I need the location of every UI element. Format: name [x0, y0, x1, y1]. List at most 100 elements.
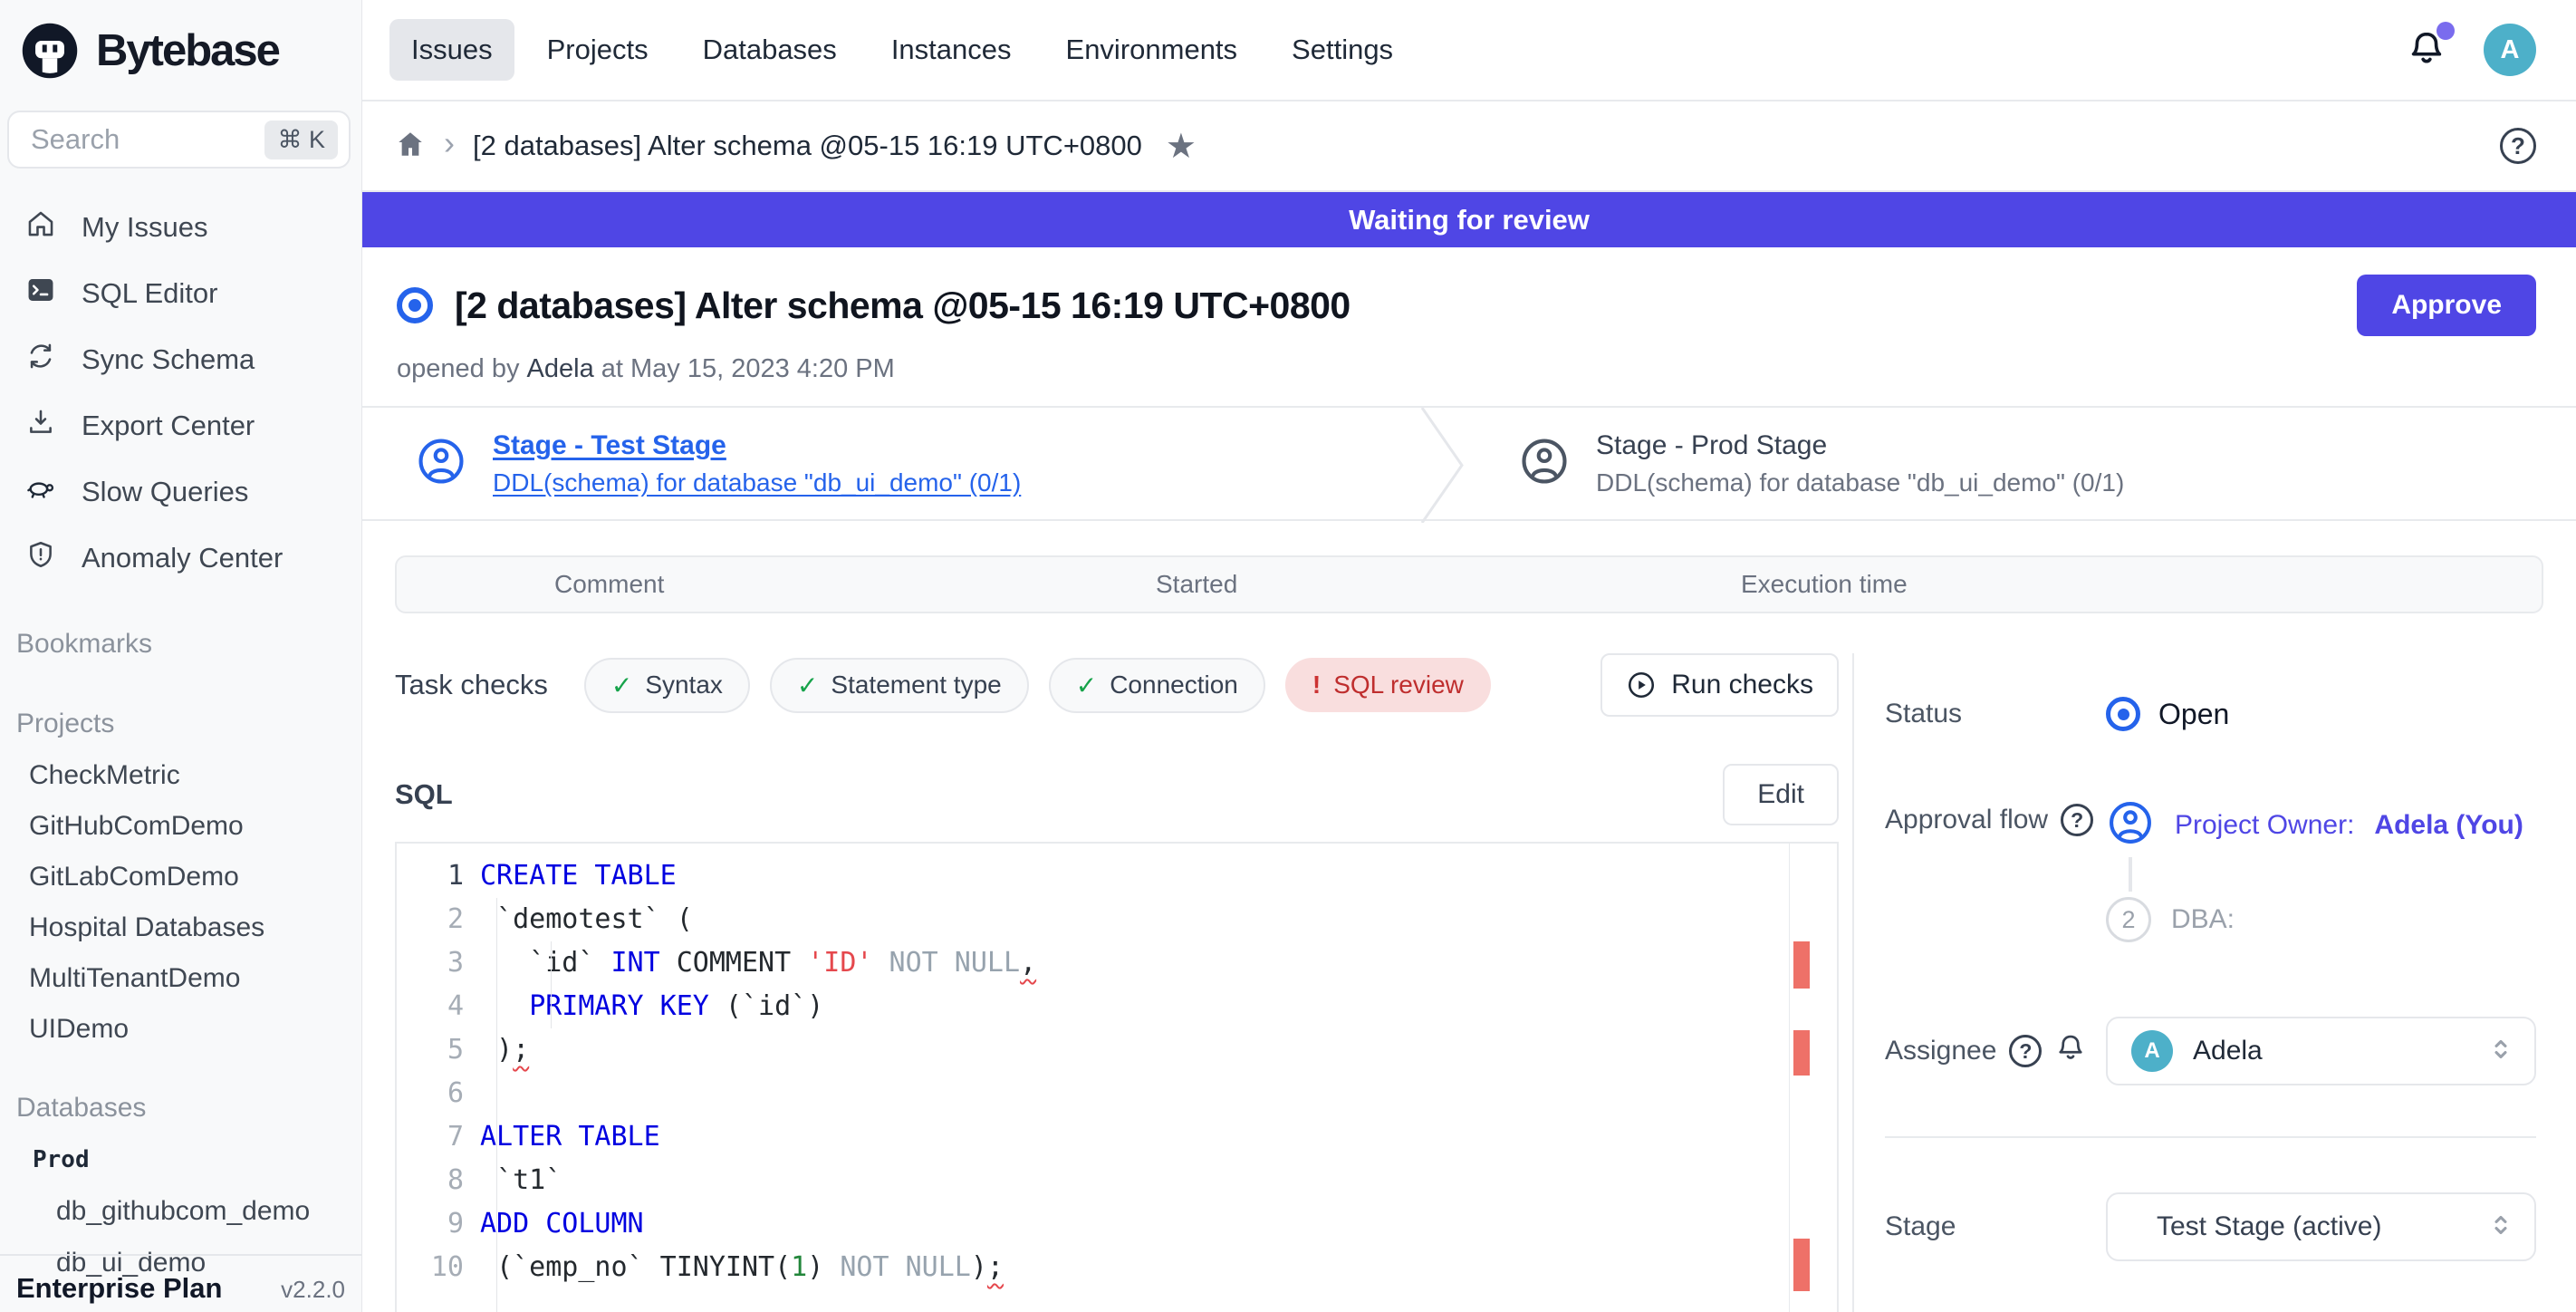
nav-tab-issues[interactable]: Issues	[389, 19, 514, 81]
code-line-5: 5 );	[397, 1028, 1837, 1072]
stage-title[interactable]: Stage - Prod Stage	[1596, 430, 2124, 461]
star-icon[interactable]: ★	[1166, 126, 1197, 167]
nav-tab-settings[interactable]: Settings	[1270, 19, 1415, 81]
brand-name: Bytebase	[96, 25, 279, 76]
stage-card-prod[interactable]: Stage - Prod Stage DDL(schema) for datab…	[1466, 408, 2576, 519]
check-pill-syntax[interactable]: ✓Syntax	[584, 658, 750, 713]
sidebar-section-databases: Databases	[0, 1082, 361, 1134]
issue-author[interactable]: Adela	[527, 354, 594, 383]
sql-section-header: SQL Edit	[395, 764, 1839, 825]
home-icon[interactable]	[395, 129, 426, 164]
error-icon: !	[1312, 670, 1321, 699]
breadcrumb-title[interactable]: [2 databases] Alter schema @05-15 16:19 …	[473, 130, 1142, 162]
check-icon: ✓	[797, 670, 818, 700]
person-circle-icon	[1518, 435, 1571, 492]
sql-editor-icon	[25, 275, 56, 313]
search-shortcut-badge: ⌘ K	[264, 121, 338, 159]
sidebar-section-projects: Projects	[0, 698, 361, 750]
code-line-6: 6	[397, 1072, 1837, 1115]
nav-tab-databases[interactable]: Databases	[681, 19, 859, 81]
sidebar-item-label: Anomaly Center	[82, 542, 283, 574]
help-icon[interactable]: ?	[2061, 804, 2093, 836]
slow-queries-icon	[25, 473, 56, 511]
assignee-select[interactable]: A Adela	[2106, 1017, 2536, 1085]
plan-version: v2.2.0	[281, 1276, 345, 1304]
avatar: A	[2131, 1030, 2173, 1072]
line-number: 2	[397, 898, 480, 941]
sidebar-project-hospital-databases[interactable]: Hospital Databases	[0, 902, 361, 953]
stage-task-link[interactable]: DDL(schema) for database "db_ui_demo" (0…	[1596, 468, 2124, 497]
line-number: 3	[397, 941, 480, 985]
approval-user[interactable]: Adela (You)	[2374, 810, 2523, 841]
check-pill-sql-review[interactable]: !SQL review	[1285, 658, 1491, 712]
task-run-table-header: Comment Started Execution time	[395, 555, 2543, 613]
sidebar-item-my-issues[interactable]: My Issues	[0, 194, 361, 260]
divider	[1885, 1136, 2536, 1138]
anomaly-center-icon	[25, 539, 56, 577]
database-environment-prod: Prod	[0, 1134, 361, 1185]
line-number: 5	[397, 1028, 480, 1072]
code-line-10: 10 (`emp_no` TINYINT(1) NOT NULL);	[397, 1246, 1837, 1289]
bytebase-app: Bytebase Search ⌘ K My IssuesSQL EditorS…	[0, 0, 2576, 1312]
code-text: ADD COLUMN	[480, 1202, 644, 1246]
stage-pipeline: Stage - Test Stage DDL(schema) for datab…	[362, 406, 2576, 521]
stage-separator-chevron	[1420, 408, 1466, 523]
issue-sidebar: Status Open Approval flow ? Project	[1852, 653, 2576, 1312]
code-text: ALTER TABLE	[480, 1115, 660, 1159]
code-text: `t1`	[480, 1159, 562, 1202]
plan-name: Enterprise Plan	[16, 1272, 222, 1305]
nav-tab-environments[interactable]: Environments	[1044, 19, 1260, 81]
stage-label: Stage	[1885, 1211, 2106, 1242]
topbar-right: A	[2406, 24, 2536, 76]
check-pill-statement-type[interactable]: ✓Statement type	[770, 658, 1029, 713]
nav-tab-instances[interactable]: Instances	[870, 19, 1033, 81]
subscribe-bell-icon[interactable]	[2054, 1031, 2087, 1071]
task-checks-label: Task checks	[395, 669, 548, 701]
plan-bar: Enterprise Plan v2.2.0	[0, 1254, 361, 1312]
help-icon[interactable]: ?	[2009, 1035, 2042, 1067]
sidebar-project-list: CheckMetricGitHubComDemoGitLabComDemoHos…	[0, 750, 361, 1055]
line-number: 10	[397, 1246, 480, 1289]
sidebar-database-db-githubcom-demo[interactable]: db_githubcom_demo	[0, 1185, 361, 1237]
run-checks-button[interactable]: Run checks	[1600, 653, 1839, 717]
sidebar-project-checkmetric[interactable]: CheckMetric	[0, 750, 361, 801]
sidebar-menu: My IssuesSQL EditorSync SchemaExport Cen…	[0, 194, 361, 591]
home-icon	[25, 208, 56, 246]
code-text: `demotest` (	[480, 898, 693, 941]
sidebar-project-multitenantdemo[interactable]: MultiTenantDemo	[0, 953, 361, 1004]
sql-editor[interactable]: 1CREATE TABLE2 `demotest` (3 `id` INT CO…	[395, 842, 1839, 1312]
sidebar-item-slow-queries[interactable]: Slow Queries	[0, 458, 361, 525]
line-number: 8	[397, 1159, 480, 1202]
edit-sql-button[interactable]: Edit	[1723, 764, 1839, 825]
sidebar-item-sql-editor[interactable]: SQL Editor	[0, 260, 361, 326]
search-input[interactable]: Search ⌘ K	[7, 111, 351, 169]
assignee-row: Assignee ? A Adela	[1885, 1017, 2536, 1085]
approval-step-1[interactable]: Project Owner: Adela (You)	[2106, 798, 2536, 852]
sidebar-item-export-center[interactable]: Export Center	[0, 392, 361, 458]
sidebar-item-sync-schema[interactable]: Sync Schema	[0, 326, 361, 392]
approve-button[interactable]: Approve	[2357, 275, 2536, 336]
sql-label: SQL	[395, 778, 453, 811]
line-number: 1	[397, 854, 480, 898]
approval-connector	[2129, 857, 2132, 892]
sidebar-project-gitlabcomdemo[interactable]: GitLabComDemo	[0, 852, 361, 902]
stage-card-test[interactable]: Stage - Test Stage DDL(schema) for datab…	[362, 408, 1420, 519]
stage-task-link[interactable]: DDL(schema) for database "db_ui_demo" (0…	[493, 468, 1021, 497]
issue-title: [2 databases] Alter schema @05-15 16:19 …	[455, 285, 1350, 327]
sidebar-item-anomaly-center[interactable]: Anomaly Center	[0, 525, 361, 591]
person-circle-icon	[2106, 798, 2155, 852]
check-label: Syntax	[645, 670, 723, 699]
status-value: Open	[2158, 698, 2229, 731]
stage-select[interactable]: Test Stage (active)	[2106, 1192, 2536, 1261]
code-line-7: 7ALTER TABLE	[397, 1115, 1837, 1159]
brand-logo[interactable]: Bytebase	[0, 0, 361, 101]
avatar[interactable]: A	[2484, 24, 2536, 76]
sidebar-project-uidemo[interactable]: UIDemo	[0, 1004, 361, 1055]
top-navigation-bar: IssuesProjectsDatabasesInstancesEnvironm…	[362, 0, 2576, 101]
notifications-button[interactable]	[2406, 27, 2447, 73]
sidebar-project-githubcomdemo[interactable]: GitHubComDemo	[0, 801, 361, 852]
nav-tab-projects[interactable]: Projects	[525, 19, 670, 81]
help-icon[interactable]: ?	[2500, 128, 2536, 164]
stage-title[interactable]: Stage - Test Stage	[493, 430, 1021, 461]
check-pill-connection[interactable]: ✓Connection	[1049, 658, 1265, 713]
